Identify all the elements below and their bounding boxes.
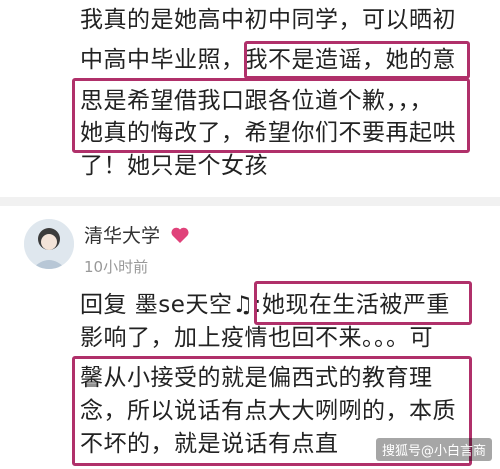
- comment-divider: [0, 197, 500, 206]
- username[interactable]: 清华大学: [84, 224, 160, 248]
- heart-icon: [171, 227, 189, 243]
- comment-1-line-5: 了！她只是个女孩: [80, 153, 268, 179]
- comment-2-line-2: 影响了，加上疫情也回不来。。。可: [80, 325, 433, 351]
- comment-2-line-3: 馨从小接受的就是偏西式的教育理: [80, 365, 433, 391]
- avatar[interactable]: [24, 219, 74, 269]
- comment-1-line-1: 我真的是她高中初中同学，可以晒初: [80, 7, 456, 33]
- comment-2-line-5: 不坏的，就是说话有点直: [80, 431, 339, 457]
- watermark: 搜狐号@小白言商: [375, 438, 492, 461]
- comment-1-line-4: 她真的悔改了，希望你们不要再起哄: [80, 120, 456, 146]
- comment-2-line-1: 回复 墨se天空♫:她现在生活被严重: [80, 292, 450, 318]
- comment-1-line-3: 思是希望借我口跟各位道个歉，，，: [80, 88, 433, 114]
- comment-2-line-4: 念，所以说话有点大大咧咧的，本质: [80, 398, 456, 424]
- comment-1-line-2: 中高中毕业照，我不是造谣，她的意: [80, 47, 456, 73]
- timestamp: 10小时前: [84, 258, 149, 276]
- avatar-image: [24, 219, 74, 269]
